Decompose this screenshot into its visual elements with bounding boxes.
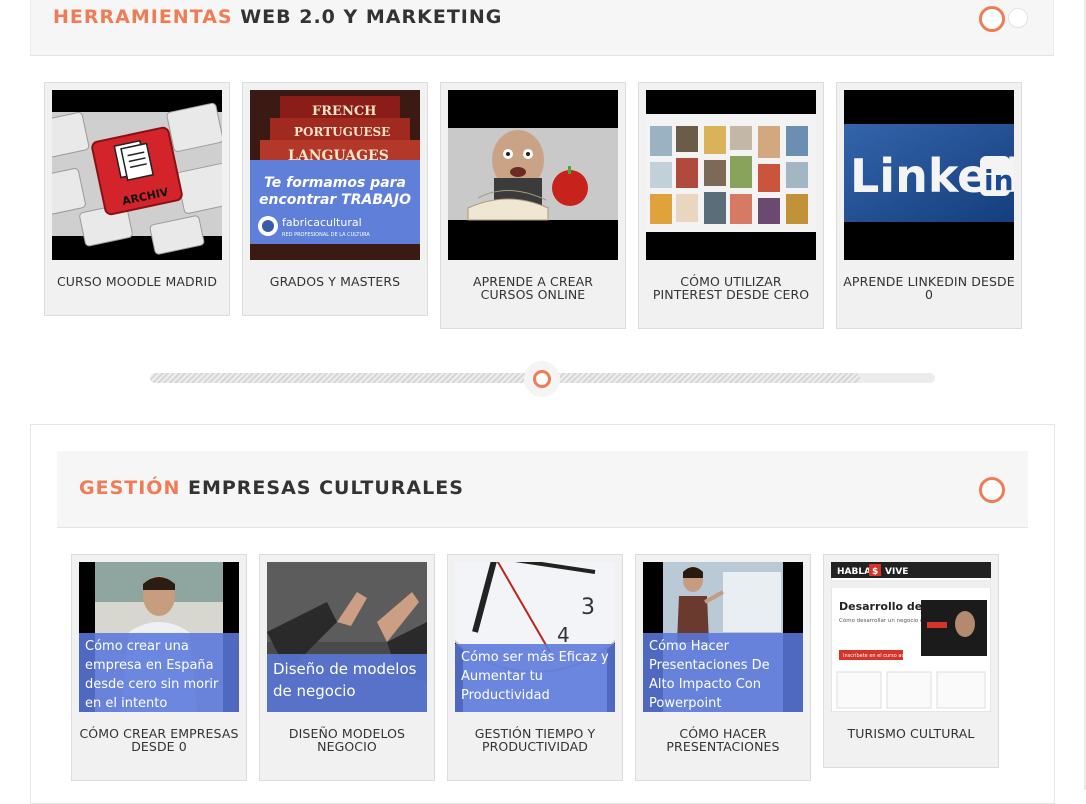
course-card[interactable]: HABLA $ VIVE Desarrollo de Negocios Cómo… [823,554,999,768]
svg-text:fabricacultural: fabricacultural [282,216,362,229]
course-card[interactable]: 3 4 Cómo ser más Eficaz y Aumentar tu Pr… [447,554,623,781]
svg-text:in: in [984,164,1014,197]
course-title[interactable]: DISEÑO MODELOS NEGOCIO [266,727,428,753]
course-card[interactable]: APRENDE A CREAR CURSOS ONLINE [440,82,626,329]
section-title-rest: WEB 2.0 Y MARKETING [240,6,503,28]
course-thumbnail[interactable]: 3 4 Cómo ser más Eficaz y Aumentar tu Pr… [455,562,615,712]
svg-text:encontrar TRABAJO: encontrar TRABAJO [259,192,411,208]
section-title-accent: HERRAMIENTAS [53,6,233,28]
course-thumbnail[interactable]: HABLA $ VIVE Desarrollo de Negocios Cómo… [831,562,991,712]
course-thumbnail[interactable]: Cómo Hacer Presentaciones De Alto Impact… [643,562,803,712]
course-title[interactable]: CÓMO CREAR EMPRESAS DESDE 0 [78,727,240,753]
pinterest-grid-image [646,114,816,232]
website-screenshot-image: HABLA $ VIVE Desarrollo de Negocios Cómo… [831,562,991,712]
books-image: FRENCH PORTUGUESE LANGUAGES Te formamos … [250,90,420,260]
course-thumbnail[interactable] [448,90,618,260]
course-card[interactable]: CÓMO UTILIZAR PINTEREST DESDE CERO [638,82,824,329]
carousel-page-2-dot[interactable] [1008,8,1028,28]
section-title-rest: EMPRESAS CULTURALES [187,477,464,499]
course-thumbnail[interactable]: FRENCH PORTUGUESE LANGUAGES Te formamos … [250,90,420,260]
section-title-accent: GESTIÓN [79,477,181,499]
svg-text:3: 3 [581,595,595,620]
course-thumbnail[interactable]: Cómo crear una empresa en España desde c… [79,562,239,712]
svg-text:Te formamos para: Te formamos para [264,175,406,191]
svg-text:VIVE: VIVE [885,567,908,577]
linkedin-image: Linked in [844,124,1014,222]
section-header-management: GESTIÓN EMPRESAS CULTURALES [57,451,1028,528]
thumbnail-caption: Cómo crear una empresa en España desde c… [79,633,239,712]
svg-text:FRENCH: FRENCH [312,104,376,119]
keyboard-image: ARCHIV [52,102,222,255]
carousel-page-1-dot[interactable] [979,6,1005,32]
svg-text:RED PROFESIONAL DE LA CULTURA: RED PROFESIONAL DE LA CULTURA [282,232,370,238]
carousel-page-1-dot[interactable] [979,477,1005,503]
course-thumbnail[interactable]: Diseño de modelos de negocio [267,562,427,712]
course-title[interactable]: CÓMO UTILIZAR PINTEREST DESDE CERO [645,275,817,301]
svg-text:Inscríbete en el curso aquí: Inscríbete en el curso aquí [843,652,910,659]
course-title[interactable]: APRENDE A CREAR CURSOS ONLINE [447,275,619,301]
carousel-scrollbar-track [150,373,860,383]
thumbnail-caption: Cómo Hacer Presentaciones De Alto Impact… [643,633,803,712]
course-thumbnail[interactable]: ARCHIV [52,90,222,260]
svg-text:PORTUGUESE: PORTUGUESE [294,125,390,139]
course-card[interactable]: Cómo Hacer Presentaciones De Alto Impact… [635,554,811,781]
course-card[interactable]: ARCHIV CURSO MOODLE MADRID [44,82,230,316]
course-thumbnail[interactable] [646,90,816,260]
course-card[interactable]: Linked in APRENDE LINKEDIN DESDE 0 [836,82,1022,329]
section-title: HERRAMIENTAS WEB 2.0 Y MARKETING [53,6,502,28]
carousel-scroll-handle[interactable] [524,361,560,397]
course-title[interactable]: GRADOS Y MASTERS [249,275,421,288]
course-title[interactable]: GESTIÓN TIEMPO Y PRODUCTIVIDAD [454,727,616,753]
thumbnail-caption: Diseño de modelos de negocio [267,654,427,712]
section-title: GESTIÓN EMPRESAS CULTURALES [79,477,464,499]
course-thumbnail[interactable]: Linked in [844,90,1014,260]
thumbnail-caption: Cómo ser más Eficaz y Aumentar tu Produc… [455,644,615,712]
course-title[interactable]: CURSO MOODLE MADRID [51,275,223,288]
course-title[interactable]: CÓMO HACER PRESENTACIONES [642,727,804,753]
course-title[interactable]: APRENDE LINKEDIN DESDE 0 [843,275,1015,301]
course-title[interactable]: TURISMO CULTURAL [830,727,992,740]
svg-text:$: $ [872,567,878,577]
course-card[interactable]: Diseño de modelos de negocio DISEÑO MODE… [259,554,435,781]
course-card[interactable]: FRENCH PORTUGUESE LANGUAGES Te formamos … [242,82,428,316]
section-header-tools: HERRAMIENTAS WEB 2.0 Y MARKETING [30,0,1054,56]
man-books-image [448,128,618,221]
course-card[interactable]: Cómo crear una empresa en España desde c… [71,554,247,781]
handle-ring-icon [533,370,551,388]
svg-text:HABLA: HABLA [837,567,871,577]
